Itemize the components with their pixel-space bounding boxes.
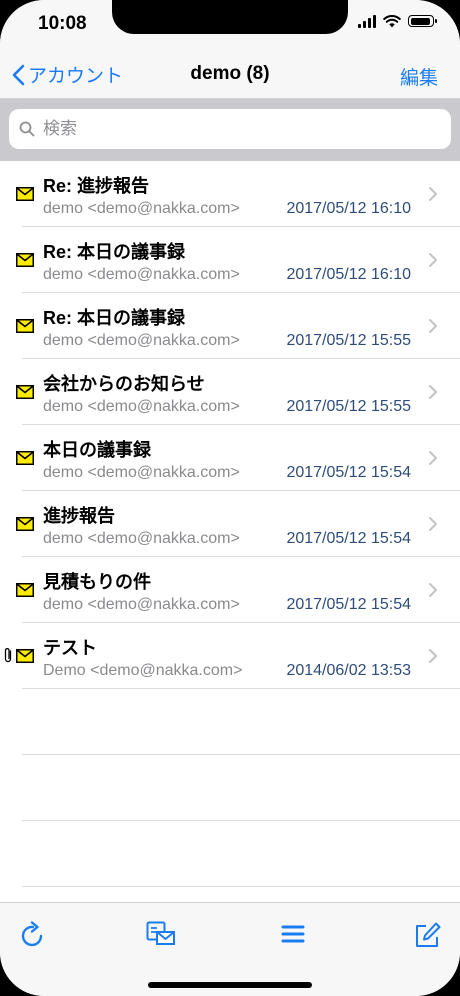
chevron-right-icon <box>428 516 438 537</box>
message-date: 2017/05/12 15:55 <box>286 398 411 415</box>
message-date: 2017/05/12 16:10 <box>286 200 411 217</box>
message-row[interactable]: Re: 本日の議事録 demo <demo@nakka.com> 2017/05/1… <box>0 293 460 359</box>
envelope-icon <box>16 451 34 470</box>
wifi-icon <box>383 14 401 27</box>
chevron-right-icon <box>428 582 438 603</box>
empty-row <box>0 821 460 887</box>
message-subject: 進捗報告 <box>43 506 115 526</box>
message-date: 2014/06/02 13:53 <box>286 662 411 679</box>
message-row[interactable]: 進捗報告 demo <demo@nakka.com> 2017/05/12 15:5… <box>0 491 460 557</box>
message-row[interactable]: 本日の議事録 demo <demo@nakka.com> 2017/05/12 15… <box>0 425 460 491</box>
message-subject: Re: 進捗報告 <box>43 176 150 196</box>
chevron-right-icon <box>428 186 438 207</box>
notch <box>112 0 348 34</box>
screen: 10:08 アカウント demo (8) 編集 検索 Re: 進捗報告 demo… <box>0 0 460 996</box>
message-date: 2017/05/12 16:10 <box>286 266 411 283</box>
message-subject: テスト <box>43 638 97 658</box>
home-indicator <box>148 982 312 988</box>
message-subject: 見積もりの件 <box>43 572 151 592</box>
navigation-bar: アカウント demo (8) 編集 <box>0 50 460 99</box>
edit-button[interactable]: 編集 <box>400 63 438 90</box>
message-sender: demo <demo@nakka.com> <box>43 332 240 349</box>
message-row[interactable]: Re: 本日の議事録 demo <demo@nakka.com> 2017/05/1… <box>0 227 460 293</box>
message-date: 2017/05/12 15:55 <box>286 332 411 349</box>
paperclip-icon <box>3 646 13 669</box>
bottom-toolbar <box>0 902 460 996</box>
search-bar <box>0 99 460 161</box>
message-sender: demo <demo@nakka.com> <box>43 266 240 283</box>
compose-icon[interactable] <box>414 921 442 949</box>
message-subject: 会社からのお知らせ <box>43 374 205 394</box>
mail-folder-icon[interactable] <box>146 921 176 947</box>
search-field[interactable] <box>9 109 451 149</box>
battery-icon <box>408 15 437 27</box>
message-sender: demo <demo@nakka.com> <box>43 530 240 547</box>
status-icons <box>358 14 437 28</box>
message-row[interactable]: Re: 進捗報告 demo <demo@nakka.com> 2017/05/12 … <box>0 161 460 227</box>
message-sender: Demo <demo@nakka.com> <box>43 662 243 679</box>
empty-row <box>0 689 460 755</box>
envelope-icon <box>16 319 34 338</box>
envelope-icon <box>16 649 34 668</box>
message-sender: demo <demo@nakka.com> <box>43 596 240 613</box>
menu-icon[interactable] <box>281 921 305 947</box>
message-subject: Re: 本日の議事録 <box>43 242 186 262</box>
message-sender: demo <demo@nakka.com> <box>43 398 240 415</box>
page-title: demo (8) <box>190 63 270 84</box>
message-date: 2017/05/12 15:54 <box>286 596 411 613</box>
chevron-right-icon <box>428 648 438 669</box>
chevron-right-icon <box>428 450 438 471</box>
message-subject: 本日の議事録 <box>43 440 151 460</box>
refresh-icon[interactable] <box>20 921 46 949</box>
status-time: 10:08 <box>38 13 87 34</box>
envelope-icon <box>16 187 34 206</box>
cellular-signal-icon <box>358 14 376 28</box>
message-row[interactable]: テスト Demo <demo@nakka.com> 2014/06/02 13:53 <box>0 623 460 689</box>
chevron-right-icon <box>428 384 438 405</box>
envelope-icon <box>16 517 34 536</box>
message-list: Re: 進捗報告 demo <demo@nakka.com> 2017/05/12 … <box>0 161 460 887</box>
message-row[interactable]: 見積もりの件 demo <demo@nakka.com> 2017/05/12 15… <box>0 557 460 623</box>
message-subject: Re: 本日の議事録 <box>43 308 186 328</box>
search-icon <box>19 121 35 137</box>
status-bar: 10:08 <box>0 0 460 50</box>
envelope-icon <box>16 583 34 602</box>
message-sender: demo <demo@nakka.com> <box>43 200 240 217</box>
search-input[interactable] <box>41 118 425 140</box>
message-row[interactable]: 会社からのお知らせ demo <demo@nakka.com> 2017/05/12… <box>0 359 460 425</box>
chevron-right-icon <box>428 252 438 273</box>
chevron-right-icon <box>428 318 438 339</box>
message-date: 2017/05/12 15:54 <box>286 464 411 481</box>
message-sender: demo <demo@nakka.com> <box>43 464 240 481</box>
envelope-icon <box>16 253 34 272</box>
empty-row <box>0 755 460 821</box>
envelope-icon <box>16 385 34 404</box>
message-date: 2017/05/12 15:54 <box>286 530 411 547</box>
